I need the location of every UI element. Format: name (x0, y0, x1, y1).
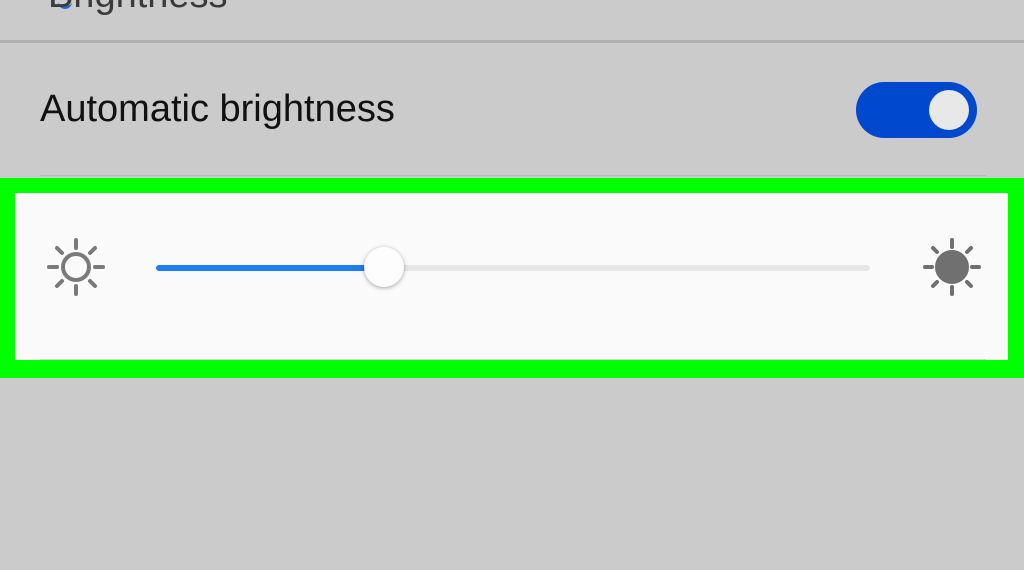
partial-header: Brightness (0, 0, 1024, 40)
sun-outline-icon (47, 238, 105, 296)
automatic-brightness-row[interactable]: Automatic brightness (0, 43, 1024, 175)
divider (40, 175, 986, 176)
slider-fill (156, 265, 385, 271)
sun-filled-icon (923, 238, 981, 296)
automatic-brightness-toggle[interactable] (856, 82, 977, 138)
automatic-brightness-label: Automatic brightness (40, 88, 395, 130)
toggle-knob (929, 90, 969, 130)
brightness-slider-panel (15, 193, 1008, 360)
brightness-slider[interactable] (156, 247, 870, 287)
divider (40, 359, 986, 360)
partial-title: Brightness (48, 0, 228, 17)
background-area (0, 378, 1024, 570)
slider-thumb[interactable] (364, 247, 405, 287)
